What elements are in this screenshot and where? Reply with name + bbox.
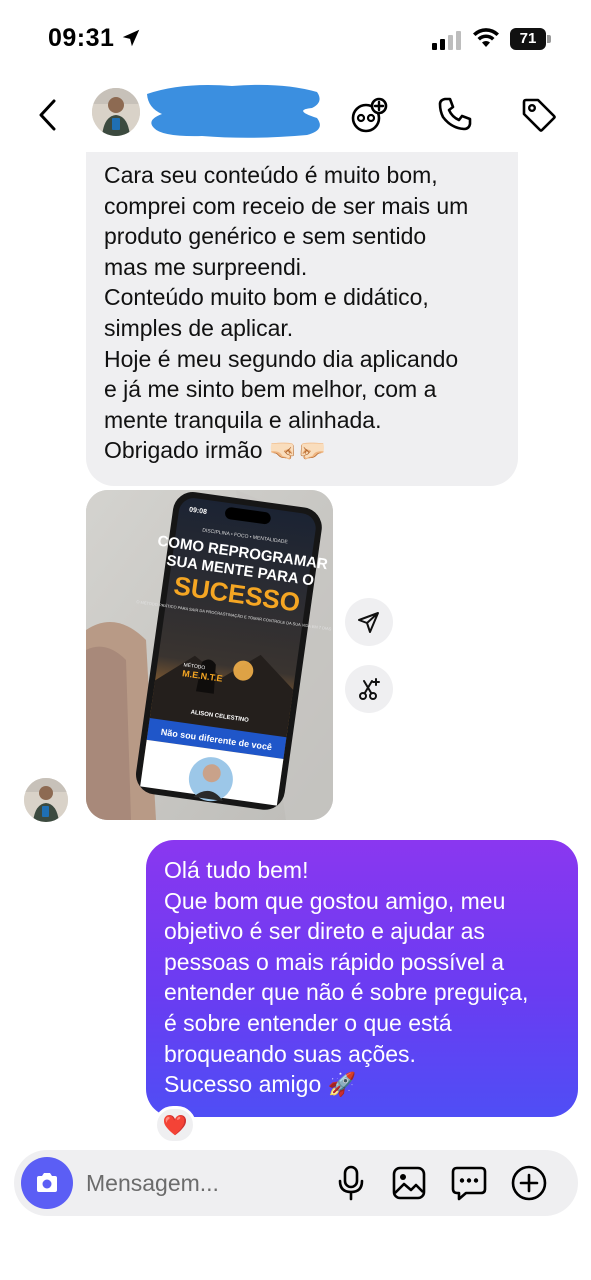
gallery-icon[interactable]: [391, 1165, 427, 1201]
camera-icon: [37, 1173, 57, 1192]
status-bar: 09:31 71: [0, 0, 591, 80]
incoming-message-line: Obrigado irmão 🤜🏻🤛🏻: [104, 437, 327, 464]
edit-button[interactable]: [345, 665, 393, 713]
sticker-icon[interactable]: [450, 1164, 488, 1202]
tag-icon[interactable]: [520, 96, 558, 134]
outgoing-message-line: broqueando suas ações.: [164, 1040, 416, 1067]
plus-icon[interactable]: [510, 1164, 548, 1202]
incoming-message-line: mente tranquila e alinhada.: [104, 406, 382, 433]
message-input[interactable]: [86, 1167, 316, 1199]
outgoing-message-line: Sucesso amigo 🚀: [164, 1071, 357, 1098]
share-button[interactable]: [345, 598, 393, 646]
outgoing-message-line: objetivo é ser direto e ajudar as: [164, 918, 485, 945]
incoming-message-line: e já me sinto bem melhor, com a: [104, 376, 437, 403]
wifi-icon: [473, 28, 499, 47]
contact-name-redaction[interactable]: [142, 80, 327, 140]
incoming-message-line: produto genérico e sem sentido: [104, 223, 427, 250]
heart-icon: ❤️: [162, 1115, 188, 1137]
chat-header: [0, 80, 591, 150]
mic-icon[interactable]: [336, 1165, 366, 1201]
share-icon: [358, 612, 379, 633]
sender-avatar[interactable]: [24, 778, 68, 822]
incoming-message-bubble[interactable]: Cara seu conteúdo é muito bom, comprei c…: [86, 152, 518, 486]
battery-icon: 71: [510, 28, 552, 50]
outgoing-message-line: é sobre entender o que está: [164, 1009, 452, 1036]
outgoing-message-line: entender que não é sobre preguiça,: [164, 979, 529, 1006]
photo-message[interactable]: 09:08 DISCIPLINA • FOCO • MENTALIDADE CO…: [86, 490, 333, 820]
camera-button[interactable]: [21, 1157, 73, 1209]
outgoing-message-line: Que bom que gostou amigo, meu: [164, 887, 506, 914]
location-arrow-icon: [122, 29, 140, 47]
incoming-message-line: Conteúdo muito bom e didático,: [104, 284, 429, 311]
incoming-message-line: comprei com receio de ser mais um: [104, 192, 469, 219]
contact-avatar[interactable]: [92, 88, 140, 136]
battery-level: 71: [519, 30, 537, 47]
video-call-icon[interactable]: [350, 96, 390, 136]
phone-icon[interactable]: [437, 96, 473, 132]
edit-icon: [359, 678, 380, 700]
message-composer: [14, 1150, 578, 1216]
incoming-message-line: mas me surpreendi.: [104, 253, 308, 280]
heart-reaction[interactable]: ❤️: [154, 1106, 196, 1144]
back-icon[interactable]: [34, 98, 62, 132]
incoming-message-line: Cara seu conteúdo é muito bom,: [104, 162, 438, 188]
incoming-message-line: simples de aplicar.: [104, 314, 294, 341]
status-time: 09:31: [48, 24, 115, 52]
outgoing-message-line: pessoas o mais rápido possível a: [164, 948, 505, 975]
outgoing-message-line: Olá tudo bem!: [164, 857, 309, 883]
outgoing-message-bubble[interactable]: Olá tudo bem! Que bom que gostou amigo, …: [146, 840, 578, 1117]
incoming-message-line: Hoje é meu segundo dia aplicando: [104, 345, 459, 372]
cellular-signal-icon: [432, 31, 461, 50]
